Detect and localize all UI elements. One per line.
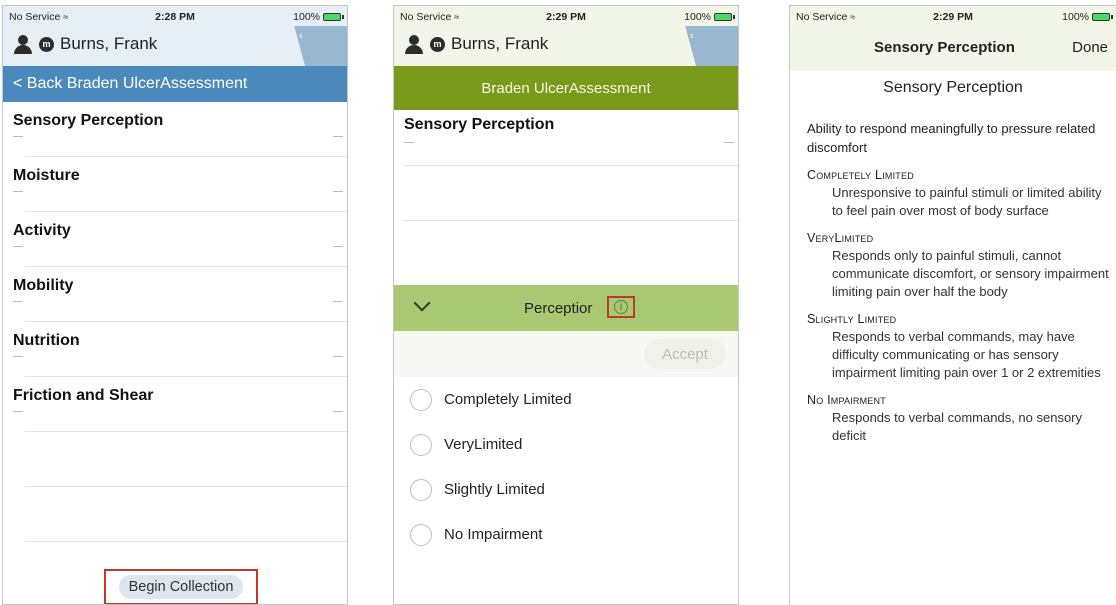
battery-indicator: 100% (293, 11, 344, 23)
option-slightly-limited[interactable]: Slightly Limited (394, 467, 738, 512)
radio-button[interactable] (410, 388, 432, 411)
accept-row: Accept (394, 331, 738, 377)
battery-icon (323, 13, 344, 21)
section-heading: Completely Limited (807, 168, 914, 182)
battery-icon (1092, 13, 1113, 21)
begin-collection-button[interactable]: Begin Collection (104, 569, 258, 604)
empty-row (25, 432, 347, 487)
info-section-very-limited: VeryLimited Responds only to painful sti… (807, 231, 1116, 301)
battery-icon (714, 13, 735, 21)
patient-header: m Burns, Frank ‹ (3, 26, 347, 66)
person-icon (404, 34, 424, 54)
list-item-mobility[interactable]: Mobility (13, 267, 347, 322)
section-text: Responds to verbal commands, may have di… (832, 329, 1101, 380)
info-icon: i (614, 300, 628, 314)
info-section-completely-limited: Completely Limited Unresponsive to painf… (807, 168, 1116, 220)
chevron-down-icon[interactable] (413, 294, 431, 312)
back-button[interactable]: < Back Braden UlcerAssessment (13, 75, 247, 93)
empty-row (404, 166, 738, 221)
patient-name: Burns, Frank (60, 34, 158, 53)
perception-label: Perceptior (524, 300, 593, 317)
perception-header[interactable]: Perceptior i (394, 285, 738, 331)
screen-assessment-list: No Service ≈ 2:28 PM 100% m Burns, Frank… (2, 5, 348, 605)
info-section-slightly-limited: Slightly Limited Responds to verbal comm… (807, 312, 1116, 382)
empty-row (25, 487, 347, 542)
back-nav-bar[interactable]: < Back Braden UlcerAssessment (3, 66, 347, 102)
list-item-nutrition[interactable]: Nutrition (13, 322, 347, 377)
assessment-title: Braden UlcerAssessment (481, 79, 651, 97)
battery-indicator: 100% (1062, 11, 1113, 23)
info-heading: Sensory Perception (883, 79, 1023, 96)
section-text: Responds to verbal commands, no sensory … (832, 410, 1083, 443)
person-icon (13, 34, 33, 54)
empty-row (404, 221, 738, 285)
option-no-impairment[interactable]: No Impairment (394, 512, 738, 557)
status-bar: No Service ≈ 2:29 PM 100% (394, 6, 738, 26)
chevron-left-icon: ‹ (299, 30, 303, 42)
info-section-no-impairment: No Impairment Responds to verbal command… (807, 393, 1116, 445)
status-bar: No Service ≈ 2:29 PM 100% (790, 6, 1116, 26)
assessment-title-bar: Braden UlcerAssessment (394, 66, 738, 110)
patient-name: Burns, Frank (451, 34, 549, 53)
info-description: Ability to respond meaningfully to press… (807, 121, 1096, 155)
radio-button[interactable] (410, 433, 432, 456)
section-heading: No Impairment (807, 393, 886, 407)
section-heading: VeryLimited (807, 231, 874, 245)
collapse-tab[interactable]: ‹ (294, 26, 347, 66)
accept-button[interactable]: Accept (644, 339, 726, 369)
radio-button[interactable] (410, 478, 432, 501)
chevron-left-icon: ‹ (690, 30, 694, 42)
info-nav-bar: Sensory Perception Done (790, 26, 1116, 71)
list-item-activity[interactable]: Activity (13, 212, 347, 267)
patient-badge-icon: m (430, 36, 445, 52)
status-bar: No Service ≈ 2:28 PM 100% (3, 6, 347, 26)
option-very-limited[interactable]: VeryLimited (394, 422, 738, 467)
info-nav-title: Sensory Perception (874, 39, 1015, 56)
done-button[interactable]: Done (1072, 39, 1108, 56)
list-item-moisture[interactable]: Moisture (13, 157, 347, 212)
section-heading: Slightly Limited (807, 312, 897, 326)
screen-perception-info: No Service ≈ 2:29 PM 100% Sensory Percep… (789, 5, 1116, 605)
section-text: Unresponsive to painful stimuli or limit… (832, 185, 1102, 218)
info-button[interactable]: i (607, 296, 635, 318)
list-item-friction-and-shear[interactable]: Friction and Shear (13, 377, 347, 432)
collapse-tab[interactable]: ‹ (685, 26, 738, 66)
screen-perception-selection: No Service ≈ 2:29 PM 100% m Burns, Frank… (393, 5, 739, 605)
section-text: Responds only to painful stimuli, cannot… (832, 248, 1109, 299)
patient-header: m Burns, Frank ‹ (394, 26, 738, 66)
list-item-sensory-perception[interactable]: Sensory Perception (13, 102, 347, 157)
section-sensory-perception[interactable]: Sensory Perception (404, 110, 738, 166)
patient-badge-icon: m (39, 36, 54, 52)
radio-button[interactable] (410, 523, 432, 546)
battery-indicator: 100% (684, 11, 735, 23)
option-completely-limited[interactable]: Completely Limited (394, 377, 738, 422)
